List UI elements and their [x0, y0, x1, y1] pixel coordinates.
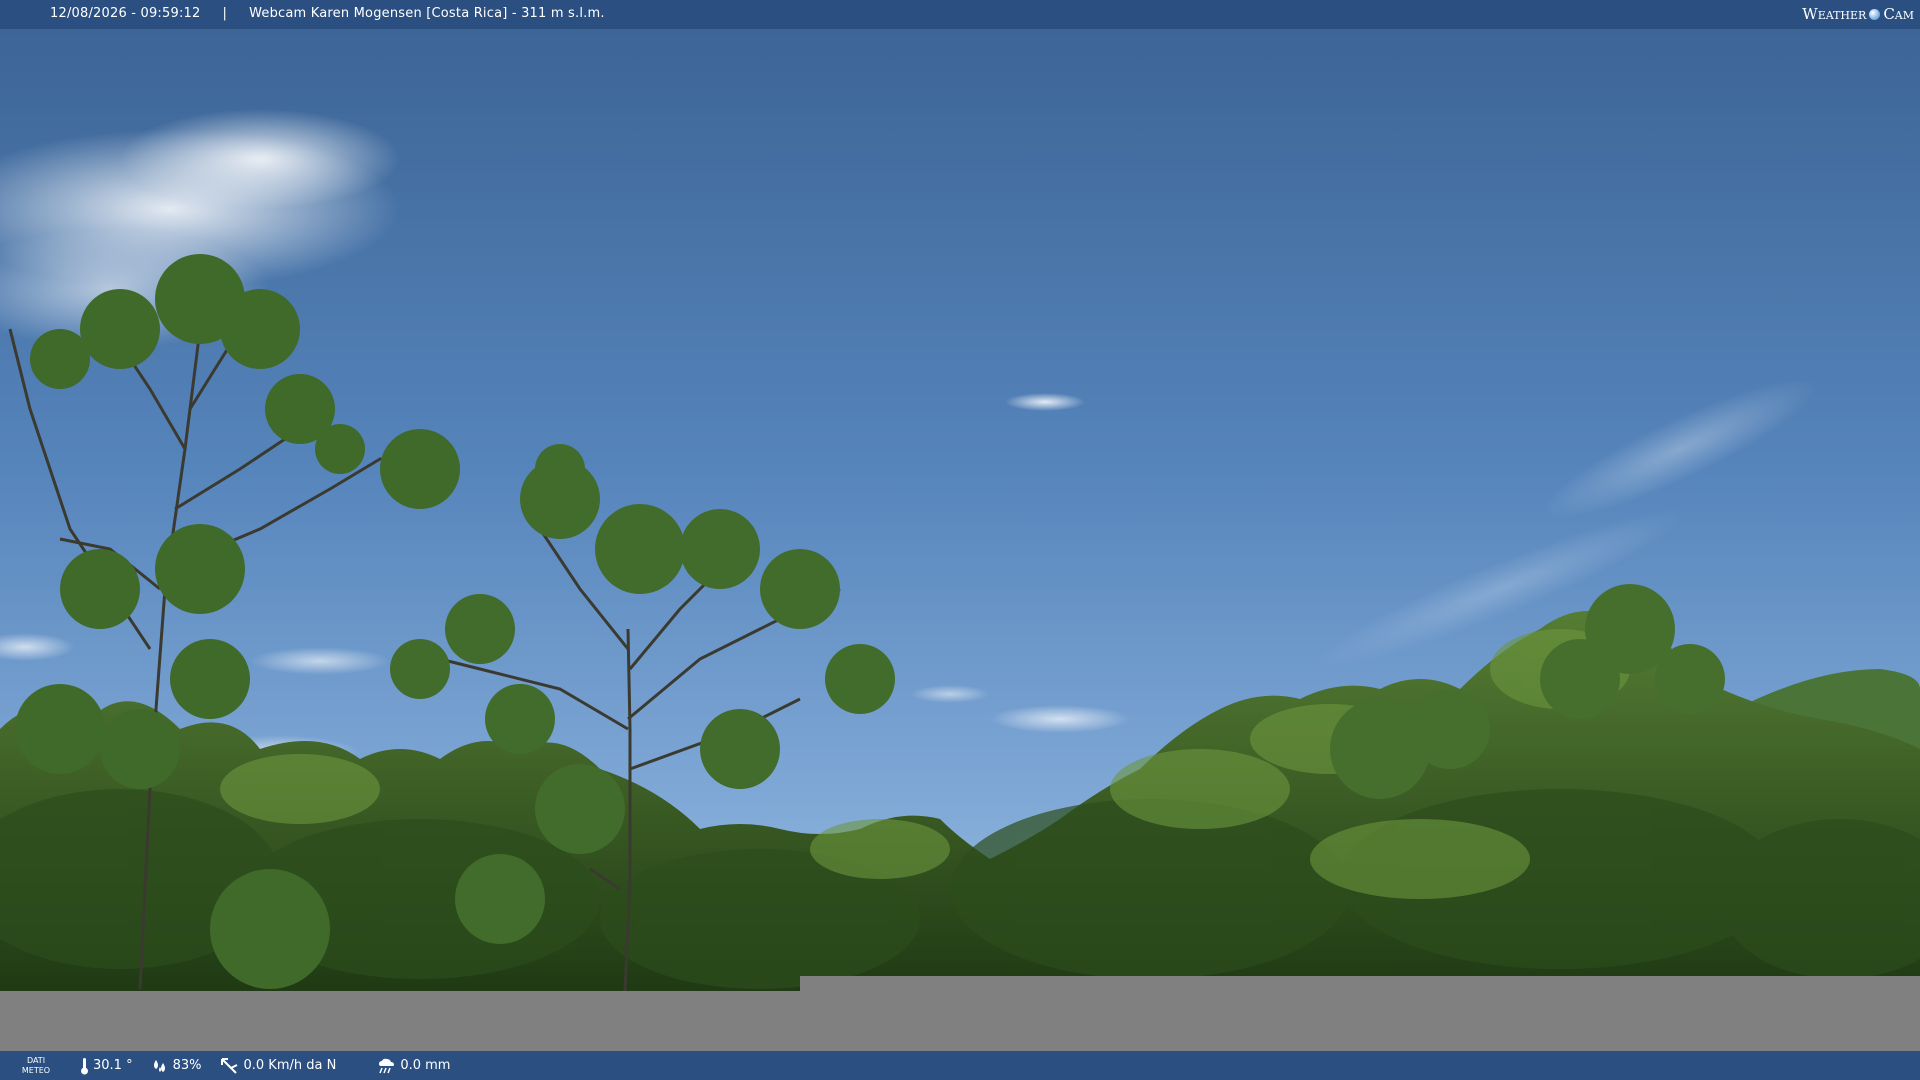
humidity-reading: 83% [151, 1058, 202, 1074]
humidity-value: 83% [172, 1058, 202, 1073]
temperature-value: 30.1 ° [93, 1058, 133, 1073]
brand-weather: Weather [1802, 5, 1867, 23]
thermometer-icon [80, 1057, 89, 1075]
brand-globe-icon [1869, 8, 1881, 20]
droplets-icon [151, 1058, 169, 1074]
temperature-reading: 30.1 ° [80, 1057, 133, 1075]
wind-vane-icon [219, 1057, 239, 1075]
brand-cam: Cam [1883, 5, 1914, 23]
weather-data-label: DATI METEO [10, 1056, 62, 1076]
caption-separator: | [222, 6, 228, 21]
webcam-title: Webcam Karen Mogensen [Costa Rica] - 311… [249, 6, 605, 21]
weather-label-line2: METEO [21, 1065, 51, 1075]
weather-label-line1: DATI [26, 1055, 46, 1065]
wind-value: 0.0 Km/h da N [243, 1058, 337, 1073]
rain-value: 0.0 mm [400, 1058, 451, 1073]
grey-overlay-step [800, 976, 1920, 991]
weather-data-bar: DATI METEO 30.1 ° 83% 0.0 Km/h da N 0.0 … [0, 1051, 1920, 1080]
webcam-caption: 12/08/2026 - 09:59:12 | Webcam Karen Mogen… [50, 6, 605, 21]
rain-reading: 0.0 mm [376, 1057, 450, 1075]
wind-reading: 0.0 Km/h da N [219, 1057, 336, 1075]
grey-overlay-band [0, 991, 1920, 1051]
weather-cam-logo-icon: Weather Cam [1802, 3, 1914, 25]
timestamp: 12/08/2026 - 09:59:12 [50, 6, 201, 21]
top-info-bar: 12/08/2026 - 09:59:12 | Webcam Karen Mogen… [0, 0, 1920, 29]
landscape-scene [0, 29, 1920, 991]
webcam-image [0, 29, 1920, 991]
rain-cloud-icon [376, 1057, 396, 1075]
